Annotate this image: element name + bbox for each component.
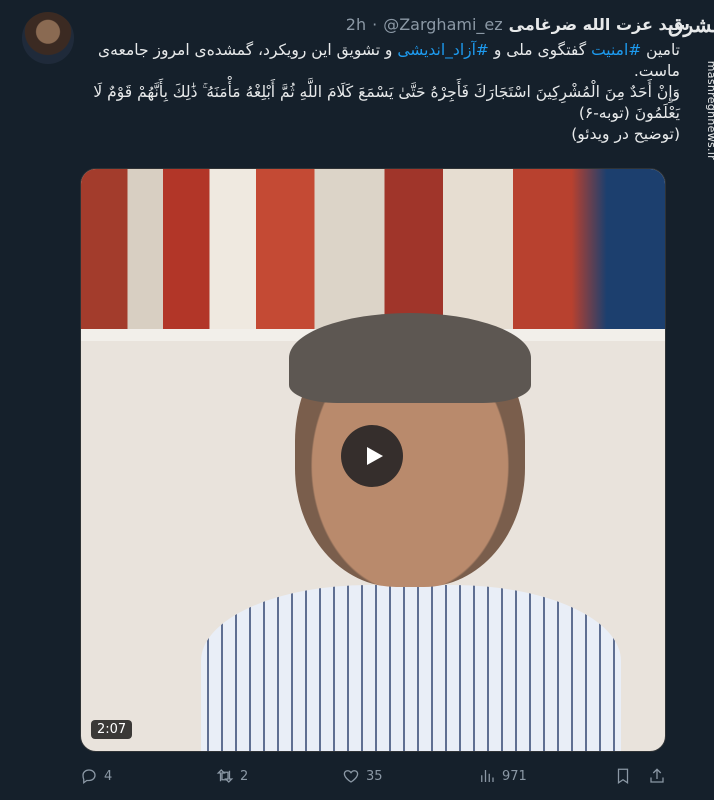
tweet-header: سید عزت الله ضرغامی @Zarghami_ez · 2h [88, 12, 690, 36]
text-segment: تامین [641, 41, 680, 59]
video-player[interactable]: 2:07 [80, 168, 666, 752]
shirt-shape [201, 585, 621, 751]
retweet-button[interactable]: 2 [216, 767, 248, 785]
like-count: 35 [366, 768, 383, 784]
video-thumbnail-person [201, 313, 621, 751]
reply-count: 4 [104, 768, 113, 784]
heart-icon [343, 770, 359, 783]
bookmark-icon [617, 768, 629, 784]
retweet-count: 2 [240, 768, 249, 784]
views-button[interactable]: 971 [478, 767, 527, 785]
author-handle[interactable]: @Zarghami_ez [383, 15, 502, 34]
separator: · [372, 14, 378, 34]
video-note: (توضیح در ویدئو) [571, 125, 680, 143]
play-button[interactable] [341, 425, 403, 487]
quran-verse: وَإِنْ أَحَدٌ مِنَ الْمُشْرِكِينَ اسْتَج… [93, 83, 680, 122]
tweet-text: تامین #امنیت گفتگوی ملی و #آزاد_اندیشی و… [88, 40, 680, 145]
share-icon [650, 768, 664, 783]
hair-shape [289, 313, 531, 403]
video-duration: 2:07 [91, 720, 133, 739]
share-button[interactable] [648, 767, 666, 785]
text-segment: گفتگوی ملی و [488, 41, 592, 59]
tweet-paragraph: تامین #امنیت گفتگوی ملی و #آزاد_اندیشی و… [88, 40, 680, 82]
view-count: 971 [502, 768, 527, 784]
bar-chart-icon [481, 770, 494, 782]
tweet-time[interactable]: 2h [346, 15, 366, 34]
reply-button[interactable]: 4 [80, 767, 112, 785]
watermark-url: mashreghnews.ir [705, 60, 714, 160]
reply-icon [82, 769, 96, 785]
retweet-icon [216, 769, 234, 783]
watermark-logo: مشرق [668, 13, 714, 37]
avatar[interactable] [22, 12, 74, 64]
author-name[interactable]: سید عزت الله ضرغامی [509, 15, 690, 34]
play-icon [367, 447, 383, 465]
like-button[interactable]: 35 [342, 767, 383, 785]
bookmark-button[interactable] [614, 767, 632, 785]
tweet-actions: 4 2 35 971 [80, 764, 664, 788]
hashtag-link[interactable]: #آزاد_اندیشی [397, 41, 489, 59]
hashtag-link[interactable]: #امنیت [591, 41, 641, 59]
